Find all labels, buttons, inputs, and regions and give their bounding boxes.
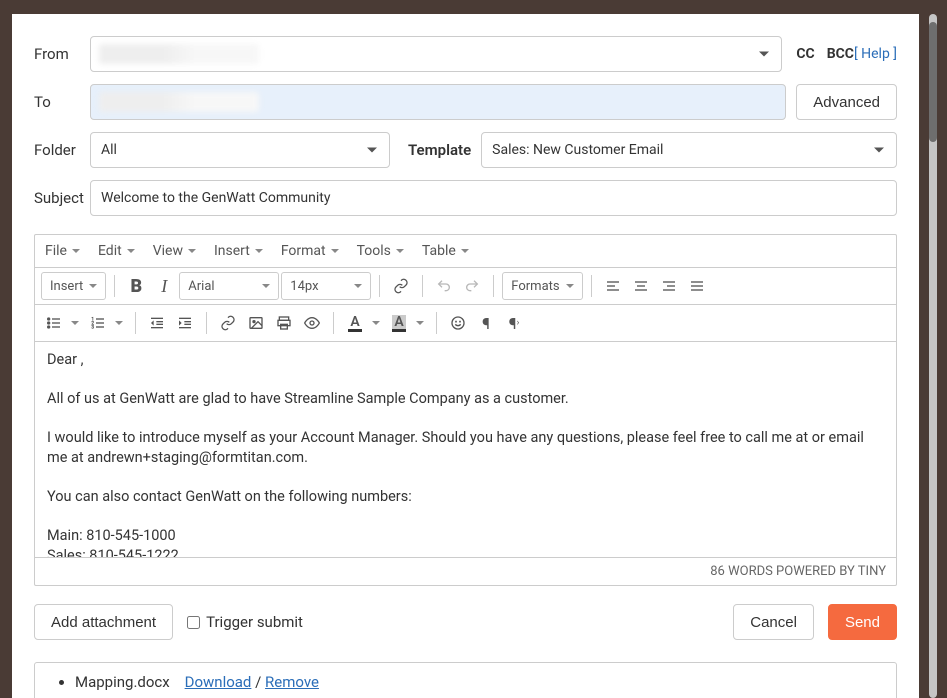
insert-dropdown[interactable]: Insert	[41, 272, 106, 300]
bold-icon[interactable]: B	[123, 272, 149, 300]
help-link[interactable]: [ Help ]	[854, 46, 897, 62]
to-label: To	[34, 93, 90, 111]
menu-tools[interactable]: Tools	[357, 243, 404, 259]
bullet-list-icon[interactable]	[41, 309, 67, 337]
ltr-icon[interactable]: ¶	[473, 309, 499, 337]
text-color-icon[interactable]: A	[342, 309, 368, 337]
subject-row: Subject Welcome to the GenWatt Community	[34, 180, 897, 216]
folder-template-row: Folder All Template Sales: New Customer …	[34, 132, 897, 168]
link-icon-2[interactable]	[215, 309, 241, 337]
cancel-button[interactable]: Cancel	[733, 604, 814, 640]
from-row: From CC BCC [ Help ]	[34, 36, 897, 72]
editor-toolbar-1: Insert B I Arial 14px Formats	[35, 268, 896, 305]
svg-text:3: 3	[91, 324, 94, 330]
align-right-icon[interactable]	[656, 272, 682, 300]
undo-icon[interactable]	[431, 272, 457, 300]
outdent-icon[interactable]	[144, 309, 170, 337]
cc-toggle[interactable]: CC	[796, 46, 814, 62]
editor-status-bar: 86 WORDS POWERED BY TINY	[35, 557, 896, 585]
attachment-list: Mapping.docx Download / Remove	[34, 662, 897, 698]
from-select[interactable]	[90, 36, 782, 72]
template-select[interactable]: Sales: New Customer Email	[481, 132, 897, 168]
chevron-down-icon	[367, 148, 377, 153]
menu-edit[interactable]: Edit	[98, 243, 135, 259]
to-value-redacted	[99, 92, 259, 112]
editor-toolbar-2: 123 A A ¶ ¶›	[35, 305, 896, 342]
link-icon[interactable]	[388, 272, 414, 300]
formats-dropdown[interactable]: Formats	[502, 272, 582, 300]
add-attachment-button[interactable]: Add attachment	[34, 604, 173, 640]
italic-icon[interactable]: I	[151, 272, 177, 300]
trigger-submit-wrap[interactable]: Trigger submit	[187, 613, 303, 631]
rtl-icon[interactable]: ¶›	[501, 309, 527, 337]
print-icon[interactable]	[271, 309, 297, 337]
editor-menubar: File Edit View Insert Format Tools Table	[35, 235, 896, 268]
to-input[interactable]	[90, 84, 786, 120]
emoji-icon[interactable]	[445, 309, 471, 337]
trigger-submit-checkbox[interactable]	[187, 616, 200, 629]
align-left-icon[interactable]	[600, 272, 626, 300]
folder-value: All	[101, 142, 117, 158]
preview-icon[interactable]	[299, 309, 325, 337]
subject-input[interactable]: Welcome to the GenWatt Community	[90, 180, 897, 216]
chevron-down-icon	[759, 52, 769, 57]
redo-icon[interactable]	[459, 272, 485, 300]
font-name-select[interactable]: Arial	[179, 272, 279, 300]
from-label: From	[34, 45, 90, 63]
attachment-separator: /	[255, 673, 265, 691]
compose-modal: From CC BCC [ Help ] To Advanced Folder …	[12, 14, 919, 698]
from-value-redacted	[99, 44, 259, 64]
image-icon[interactable]	[243, 309, 269, 337]
subject-value: Welcome to the GenWatt Community	[101, 190, 330, 206]
align-center-icon[interactable]	[628, 272, 654, 300]
menu-table[interactable]: Table	[422, 243, 469, 259]
align-justify-icon[interactable]	[684, 272, 710, 300]
trigger-submit-label: Trigger submit	[206, 613, 303, 631]
to-row: To Advanced	[34, 84, 897, 120]
footer-row: Add attachment Trigger submit Cancel Sen…	[34, 604, 897, 640]
bcc-toggle[interactable]: BCC	[827, 46, 854, 62]
menu-file[interactable]: File	[45, 243, 80, 259]
number-list-icon[interactable]: 123	[85, 309, 111, 337]
send-button[interactable]: Send	[828, 604, 897, 640]
editor-body[interactable]: Dear , All of us at GenWatt are glad to …	[35, 342, 896, 557]
attachment-remove-link[interactable]: Remove	[265, 673, 319, 691]
template-value: Sales: New Customer Email	[492, 142, 663, 158]
attachment-item: Mapping.docx Download / Remove	[75, 673, 876, 691]
attachment-download-link[interactable]: Download	[185, 673, 252, 691]
chevron-down-icon	[874, 148, 884, 153]
rich-text-editor: File Edit View Insert Format Tools Table…	[34, 234, 897, 586]
highlight-color-icon[interactable]: A	[386, 309, 412, 337]
font-size-select[interactable]: 14px	[281, 272, 371, 300]
menu-view[interactable]: View	[153, 243, 196, 259]
advanced-button[interactable]: Advanced	[796, 84, 897, 120]
subject-label: Subject	[34, 189, 90, 207]
folder-select[interactable]: All	[90, 132, 390, 168]
attachment-filename: Mapping.docx	[75, 673, 170, 691]
indent-icon[interactable]	[172, 309, 198, 337]
menu-format[interactable]: Format	[281, 243, 339, 259]
template-label: Template	[408, 141, 471, 159]
folder-label: Folder	[34, 141, 90, 159]
menu-insert[interactable]: Insert	[214, 243, 263, 259]
